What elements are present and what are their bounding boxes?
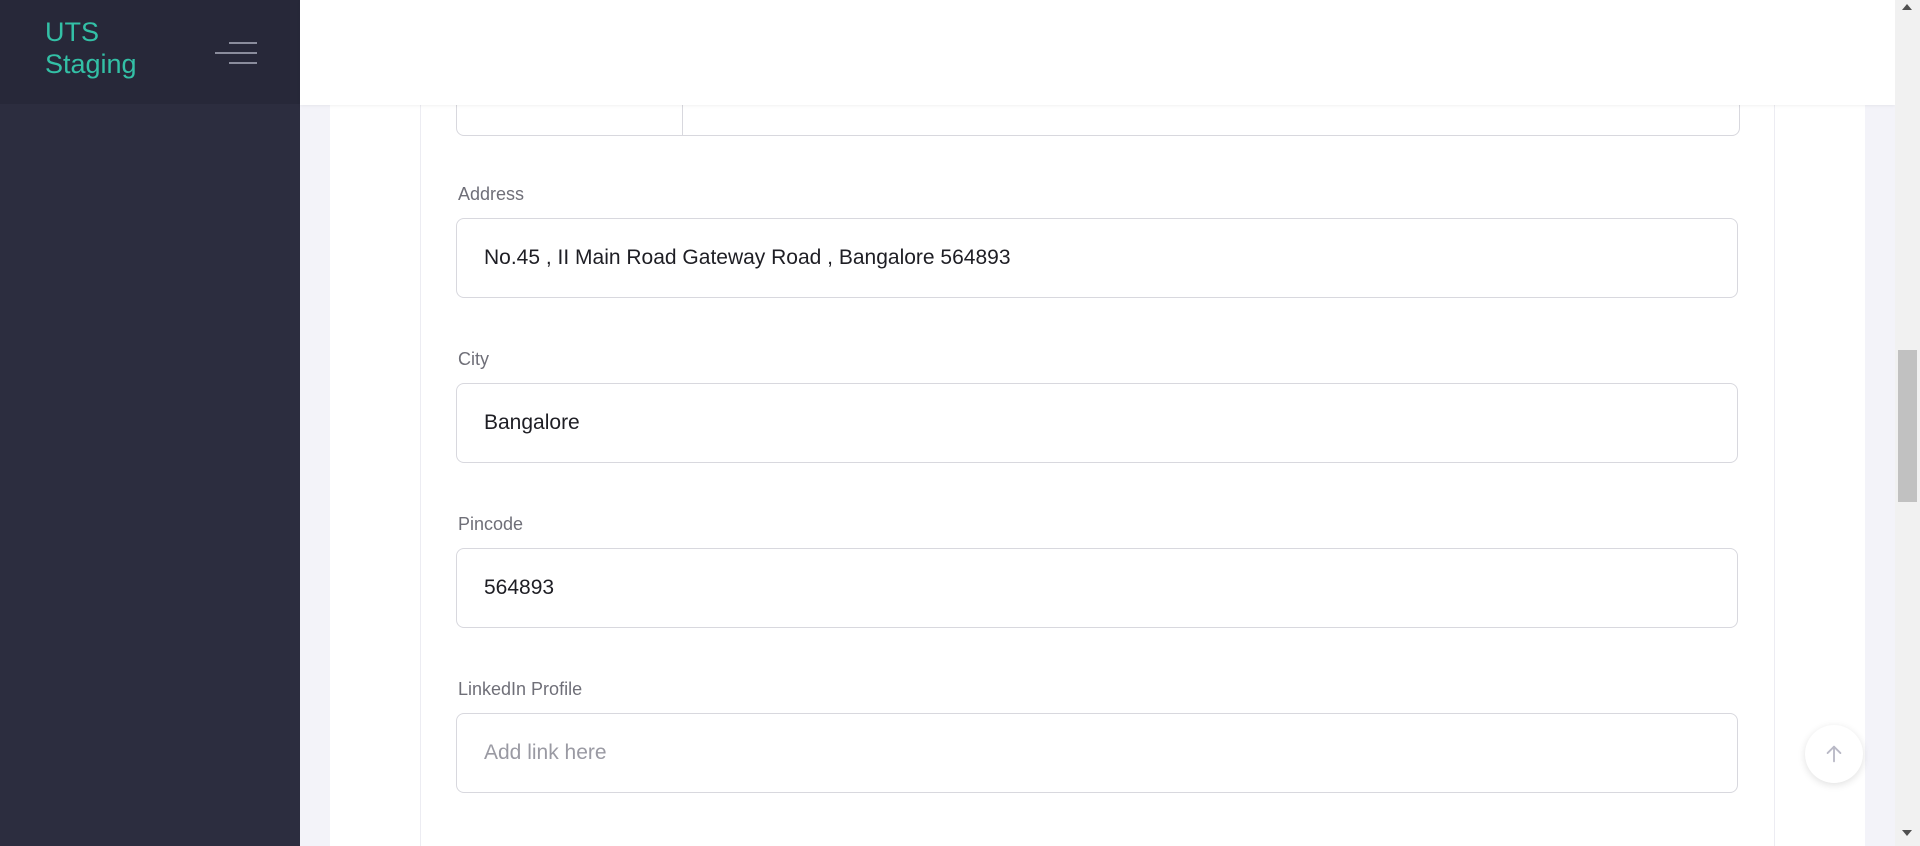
sidebar: UTS Staging bbox=[0, 0, 300, 846]
linkedin-label: LinkedIn Profile bbox=[458, 679, 583, 699]
pincode-input[interactable] bbox=[456, 548, 1738, 628]
scroll-down-arrow-icon[interactable] bbox=[1902, 830, 1912, 836]
brand-line-1: UTS bbox=[45, 17, 99, 47]
city-label: City bbox=[458, 349, 489, 369]
brand-line-2: Staging bbox=[45, 49, 137, 79]
scrollbar-thumb[interactable] bbox=[1898, 350, 1917, 502]
scroll-to-top-button[interactable] bbox=[1805, 725, 1863, 783]
linkedin-input[interactable] bbox=[456, 713, 1738, 793]
pincode-label: Pincode bbox=[458, 514, 524, 534]
page-scrollbar[interactable] bbox=[1895, 0, 1920, 846]
scroll-up-arrow-icon[interactable] bbox=[1902, 4, 1912, 10]
brand-header: UTS Staging bbox=[0, 0, 300, 104]
arrow-up-icon bbox=[1826, 745, 1842, 763]
city-input[interactable] bbox=[456, 383, 1738, 463]
address-input[interactable] bbox=[456, 218, 1738, 298]
top-header bbox=[300, 0, 1895, 105]
hamburger-menu-icon[interactable] bbox=[215, 40, 257, 66]
brand-logo[interactable]: UTS Staging bbox=[45, 16, 137, 80]
address-label: Address bbox=[458, 184, 525, 204]
